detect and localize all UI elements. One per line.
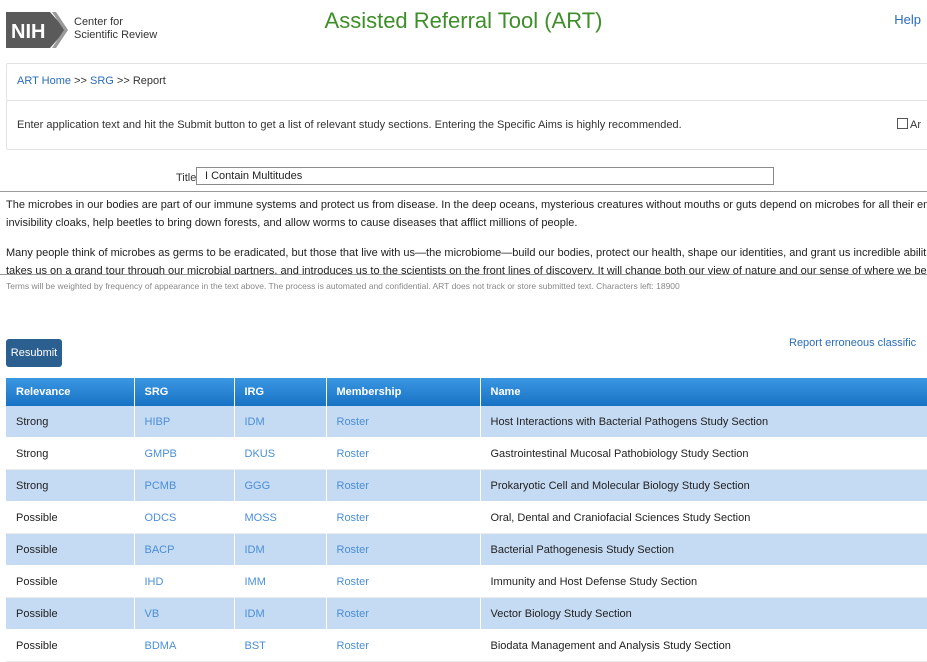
srg-link[interactable]: ODCS [134,501,235,534]
irg-link[interactable]: MOSS [234,501,327,534]
breadcrumb-current: Report [132,75,166,87]
abstract-paragraph-1: The microbes in our bodies are part of o… [6,199,927,211]
help-link[interactable]: Help [894,12,921,27]
relevance-cell: Strong [6,469,135,502]
srg-link[interactable]: HIBP [134,406,235,438]
study-section-name: Gastrointestinal Mucosal Pathobiology St… [480,437,927,470]
resubmit-button[interactable]: Resubmit [6,339,62,367]
checkbox-label: Ar [910,119,921,131]
column-header-name[interactable]: Name [480,378,927,406]
results-table: Relevance SRG IRG Membership Name Strong… [6,378,927,662]
table-row: Possible IHD IMM Roster Immunity and Hos… [6,565,927,598]
table-row: Strong PCMB GGG Roster Prokaryotic Cell … [6,469,927,502]
instructions-panel: Enter application text and hit the Submi… [6,100,927,150]
relevance-cell: Possible [6,629,135,662]
table-row: Possible BACP IDM Roster Bacterial Patho… [6,533,927,566]
title-label: Title [176,172,197,184]
irg-link[interactable]: IDM [234,533,327,566]
breadcrumb-srg-link[interactable]: SRG [90,75,114,87]
srg-link[interactable]: GMPB [134,437,235,470]
study-section-name: Vector Biology Study Section [480,597,927,630]
roster-link[interactable]: Roster [326,533,481,566]
breadcrumb-separator: >> [74,75,87,87]
column-header-irg[interactable]: IRG [234,378,327,406]
relevance-cell: Possible [6,597,135,630]
srg-link[interactable]: IHD [134,565,235,598]
study-section-name: Host Interactions with Bacterial Pathoge… [480,406,927,438]
table-header-row: Relevance SRG IRG Membership Name [6,378,927,406]
terms-note: Terms will be weighted by frequency of a… [6,281,680,291]
relevance-cell: Possible [6,501,135,534]
roster-link[interactable]: Roster [326,629,481,662]
irg-link[interactable]: IDM [234,406,327,438]
roster-link[interactable]: Roster [326,565,481,598]
title-input[interactable] [196,167,774,185]
irg-link[interactable]: BST [234,629,327,662]
table-row: Strong GMPB DKUS Roster Gastrointestinal… [6,437,927,470]
irg-link[interactable]: IDM [234,597,327,630]
page-title: Assisted Referral Tool (ART) [324,8,603,33]
roster-link[interactable]: Roster [326,437,481,470]
abstract-paragraph-2: Many people think of microbes as germs t… [6,247,927,259]
table-row: Possible VB IDM Roster Vector Biology St… [6,597,927,630]
study-section-name: Prokaryotic Cell and Molecular Biology S… [480,469,927,502]
relevance-cell: Possible [6,565,135,598]
column-header-membership[interactable]: Membership [326,378,481,406]
study-section-name: Oral, Dental and Craniofacial Sciences S… [480,501,927,534]
breadcrumb-separator: >> [116,75,130,87]
option-checkbox[interactable]: Ar [897,118,921,131]
roster-link[interactable]: Roster [326,406,481,438]
roster-link[interactable]: Roster [326,469,481,502]
srg-link[interactable]: BDMA [134,629,235,662]
roster-link[interactable]: Roster [326,501,481,534]
table-row: Possible ODCS MOSS Roster Oral, Dental a… [6,501,927,534]
irg-link[interactable]: DKUS [234,437,327,470]
breadcrumb: ART Home >> SRG >> Report [6,63,927,101]
srg-link[interactable]: VB [134,597,235,630]
table-row: Strong HIBP IDM Roster Host Interactions… [6,406,927,438]
study-section-name: Biodata Management and Analysis Study Se… [480,629,927,662]
column-header-srg[interactable]: SRG [134,378,235,406]
abstract-paragraph-1-line-2: invisibility cloaks, help beetles to bri… [6,217,578,229]
roster-link[interactable]: Roster [326,597,481,630]
relevance-cell: Strong [6,406,135,438]
checkbox-box[interactable] [897,118,908,129]
relevance-cell: Strong [6,437,135,470]
breadcrumb-home-link[interactable]: ART Home [17,75,71,87]
report-erroneous-link[interactable]: Report erroneous classific [789,337,916,349]
abstract-paragraph-2-line-2: takes us on a grand tour through our mic… [6,265,927,275]
column-header-relevance[interactable]: Relevance [6,378,135,406]
instructions-text: Enter application text and hit the Submi… [17,119,682,131]
study-section-name: Immunity and Host Defense Study Section [480,565,927,598]
relevance-cell: Possible [6,533,135,566]
study-section-name: Bacterial Pathogenesis Study Section [480,533,927,566]
srg-link[interactable]: BACP [134,533,235,566]
srg-link[interactable]: PCMB [134,469,235,502]
irg-link[interactable]: IMM [234,565,327,598]
application-text-area[interactable]: The microbes in our bodies are part of o… [0,191,927,275]
table-row: Possible BDMA BST Roster Biodata Managem… [6,629,927,662]
irg-link[interactable]: GGG [234,469,327,502]
